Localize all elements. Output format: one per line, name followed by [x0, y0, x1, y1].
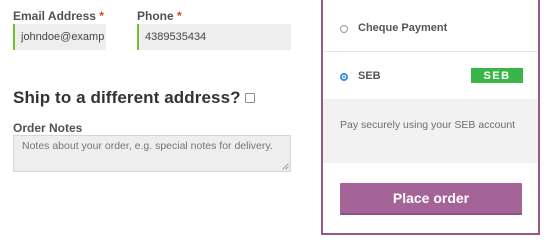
resize-grip-icon[interactable]	[282, 163, 289, 170]
email-label: Email Address *	[13, 9, 104, 23]
payment-panel: Cheque Payment SEB SEB Pay securely usin…	[321, 0, 540, 235]
email-field[interactable]	[13, 24, 106, 50]
email-label-text: Email Address	[13, 9, 96, 23]
place-order-button[interactable]: Place order	[340, 183, 522, 215]
payment-description-box: Pay securely using your SEB account	[323, 99, 538, 163]
ship-to-different-address-checkbox[interactable]	[244, 93, 255, 103]
phone-label-text: Phone	[137, 9, 174, 23]
seb-radio[interactable]	[340, 73, 348, 81]
ship-to-different-address: Ship to a different address?	[13, 88, 255, 108]
seb-logo-text: SEB	[483, 69, 511, 82]
order-notes-label: Order Notes	[13, 121, 83, 135]
payment-divider	[323, 51, 538, 52]
payment-description: Pay securely using your SEB account	[340, 119, 516, 131]
required-mark: *	[177, 9, 182, 23]
phone-field[interactable]	[137, 24, 291, 50]
phone-label: Phone *	[137, 9, 182, 23]
ship-to-different-address-title: Ship to a different address?	[13, 88, 241, 107]
order-notes-textarea[interactable]	[13, 135, 291, 172]
cheque-payment-label[interactable]: Cheque Payment	[358, 22, 447, 34]
seb-logo: SEB	[471, 68, 523, 83]
seb-label[interactable]: SEB	[358, 70, 381, 82]
cheque-radio[interactable]	[340, 25, 348, 33]
required-mark: *	[99, 9, 104, 23]
